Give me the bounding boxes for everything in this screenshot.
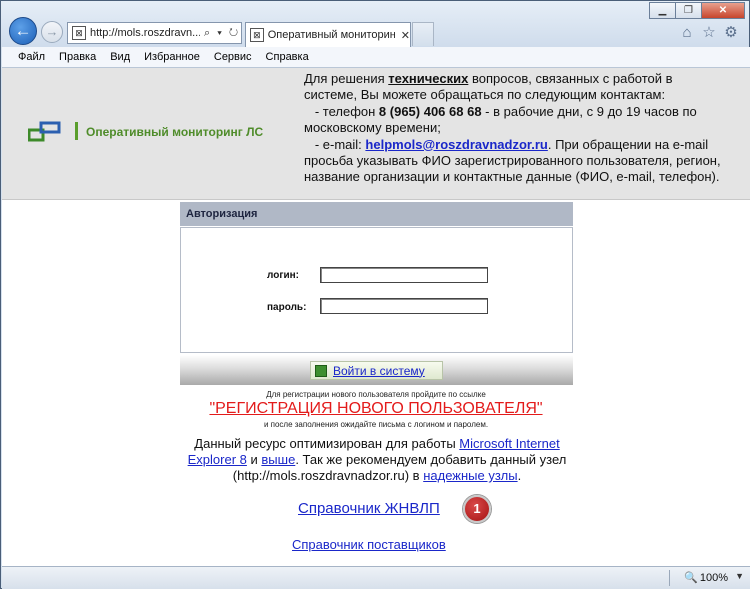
home-icon[interactable]: ⌂ (677, 23, 697, 43)
close-window-button[interactable]: ✕ (701, 2, 745, 19)
menu-help[interactable]: Справка (266, 51, 309, 63)
auth-title: Авторизация (180, 202, 573, 226)
login-button[interactable]: Войти в систему (310, 361, 443, 380)
registration-note-top: Для регистрации нового пользователя прой… (266, 390, 486, 399)
browser-toolbar: ▁ ❐ ✕ ← → ⊠ http://mols.roszdravn... ⌕ ▾… (1, 1, 749, 47)
callout-badge: 1 (463, 495, 491, 523)
password-input[interactable] (320, 298, 488, 314)
page-content: Оперативный мониторинг ЛС Для решения те… (2, 68, 750, 566)
opt-text-4: . (517, 468, 522, 483)
status-separator (669, 570, 670, 586)
login-label: логин: (267, 270, 300, 281)
registration-link[interactable]: "РЕГИСТРАЦИЯ НОВОГО ПОЛЬЗОВАТЕЛЯ" (2, 400, 750, 418)
suppliers-reference-link[interactable]: Справочник поставщиков (292, 537, 446, 552)
maximize-button[interactable]: ❐ (675, 2, 702, 19)
menu-file[interactable]: Файл (18, 51, 45, 63)
gear-icon[interactable]: ⚙ (721, 23, 741, 43)
login-button-label[interactable]: Войти в систему (333, 364, 425, 378)
favorites-star-icon[interactable]: ☆ (699, 23, 719, 43)
menu-tools[interactable]: Сервис (214, 51, 252, 63)
minimize-button[interactable]: ▁ (649, 2, 676, 19)
opt-text-1: Данный ресурс оптимизирован для работы (194, 436, 460, 451)
zoom-value[interactable]: 100% (700, 572, 728, 584)
enter-icon (315, 364, 327, 377)
site-title: Оперативный мониторинг ЛС (86, 125, 264, 139)
contact-phone-prefix: - телефон (304, 103, 379, 119)
menu-bar: Файл Правка Вид Избранное Сервис Справка (2, 47, 750, 68)
browser-tools: ⌂ ☆ ⚙ (675, 23, 741, 43)
auth-form: логин: пароль: (180, 227, 573, 353)
logo-divider (75, 122, 78, 140)
address-url[interactable]: http://mols.roszdravn... (90, 27, 200, 39)
zoom-icon: 🔍 (684, 572, 698, 584)
support-contacts: Для решения технических вопросов, связан… (304, 71, 724, 186)
browser-window: ▁ ❐ ✕ ← → ⊠ http://mols.roszdravn... ⌕ ▾… (0, 0, 750, 589)
browser-optimization-note: Данный ресурс оптимизирован для работы M… (172, 436, 582, 484)
contact-intro-bold: технических (388, 71, 469, 86)
forward-arrow-icon[interactable]: → (41, 21, 63, 43)
page-favicon-icon: ⊠ (72, 26, 86, 40)
auth-footer: Войти в систему (180, 355, 573, 385)
opt-text-2: и (246, 452, 262, 467)
logo-icon (28, 121, 61, 142)
tab-active[interactable]: ⊠ Оперативный мониторинг ... ✕ (245, 22, 411, 47)
contact-intro: Для решения (304, 71, 389, 86)
menu-favorites[interactable]: Избранное (144, 51, 200, 63)
password-label: пароль: (267, 302, 307, 313)
contact-phone: 8 (965) 406 68 68 (378, 103, 482, 119)
tab-close-icon[interactable]: ✕ (401, 29, 410, 42)
contact-email-prefix: - e-mail: (304, 136, 366, 152)
login-input[interactable] (320, 267, 488, 283)
jnvlp-reference-link[interactable]: Справочник ЖНВЛП (298, 500, 440, 517)
trusted-sites-link[interactable]: надежные узлы (423, 468, 517, 483)
contact-email-link[interactable]: helpmols@roszdravnadzor.ru (365, 137, 547, 152)
zoom-level[interactable]: 🔍 100% (684, 571, 728, 584)
menu-edit[interactable]: Правка (59, 51, 96, 63)
address-actions-icon[interactable]: ⌕ ▾ ↻ (204, 27, 240, 40)
tab-favicon-icon: ⊠ (250, 28, 264, 42)
tab-title[interactable]: Оперативный мониторинг ... (268, 29, 395, 41)
site-header: Оперативный мониторинг ЛС Для решения те… (2, 68, 750, 200)
chevron-down-icon[interactable]: ▼ (735, 571, 744, 581)
higher-link[interactable]: выше (261, 452, 295, 467)
menu-view[interactable]: Вид (110, 51, 130, 63)
back-arrow-icon[interactable]: ← (9, 17, 37, 45)
window-controls: ▁ ❐ ✕ (649, 2, 745, 19)
registration-note-bottom: и после заполнения ожидайте письма с лог… (263, 420, 489, 429)
new-tab-button[interactable] (412, 22, 434, 46)
status-bar: 🔍 100% ▼ (2, 566, 750, 589)
address-bar[interactable]: ⊠ http://mols.roszdravn... ⌕ ▾ ↻ (67, 22, 242, 44)
